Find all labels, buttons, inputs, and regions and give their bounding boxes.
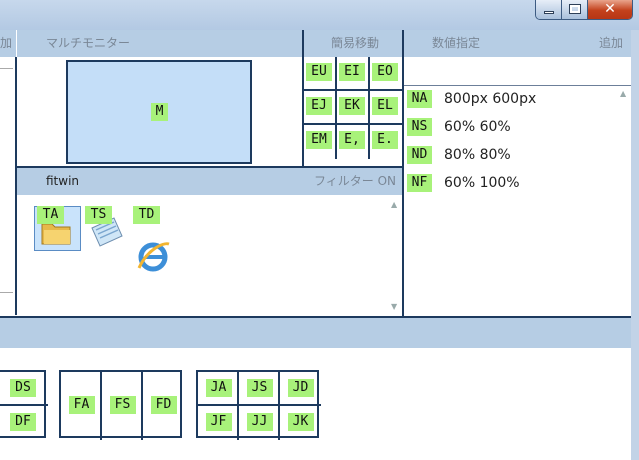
quick-move-key: EI [339, 63, 365, 81]
fitwin-scroll-down[interactable]: ▼ [391, 302, 397, 311]
numeric-list: NA 800px 600px NS 60% 60% ND 80% 80% NF 60% 100… [404, 87, 631, 317]
numeric-row[interactable]: NS 60% 60% [404, 115, 619, 143]
bottom-key: FD [150, 396, 177, 414]
numeric-scroll-up[interactable]: ▲ [620, 89, 626, 98]
numeric-row-key: NA [407, 90, 432, 108]
monitor-key: M [151, 103, 168, 121]
numeric-row[interactable]: NA 800px 600px [404, 87, 619, 115]
multimonitor-title: マルチモニター [46, 36, 131, 50]
window-right-edge [631, 30, 639, 460]
app-key-TA: TA [37, 206, 64, 224]
bottom-key-cell[interactable]: FS [102, 372, 143, 440]
app-key-TD: TD [133, 206, 160, 224]
maximize-icon [569, 4, 581, 14]
numeric-header: 数値指定 追加 [404, 30, 631, 57]
numeric-row-value: 800px 600px [444, 91, 537, 107]
numeric-row-key: NS [407, 118, 432, 136]
title-bar: ✕ [0, 0, 639, 30]
quick-move-key: EU [306, 63, 332, 81]
fitwin-title: fitwin [46, 174, 80, 188]
fitwin-scroll-up[interactable]: ▲ [391, 200, 397, 209]
quick-move-grid: EU EI EO EJ EK EL EM E, E. [304, 57, 403, 166]
app-key-TS: TS [85, 206, 112, 224]
bottom-key-cell[interactable]: JA [198, 372, 239, 406]
close-button[interactable]: ✕ [588, 0, 632, 19]
fitwin-header: fitwin フィルター ON [17, 168, 402, 195]
bottom-key: JD [287, 379, 314, 397]
key-group-j: JA JS JD JF JJ JK [196, 370, 321, 440]
bottom-key-cell[interactable]: JS [239, 372, 280, 406]
fitwin-filter[interactable]: フィルター ON [314, 168, 396, 194]
numeric-row-key: NF [407, 174, 432, 192]
key-group-f: FA FS FD [59, 370, 184, 440]
maximize-button[interactable] [562, 0, 588, 19]
bottom-key-cell[interactable]: JK [280, 406, 321, 440]
numeric-row[interactable]: ND 80% 80% [404, 143, 619, 171]
quick-move-key: EM [306, 131, 332, 149]
bottom-key-cell[interactable]: JF [198, 406, 239, 440]
bottom-key: FS [109, 396, 136, 414]
quick-move-key: E, [339, 131, 365, 149]
bottom-key-cell[interactable]: JD [280, 372, 321, 406]
numeric-row[interactable]: NF 60% 100% [404, 171, 619, 199]
minimize-icon [544, 11, 554, 14]
bottom-key: JS [246, 379, 273, 397]
bottom-key: JJ [246, 413, 273, 431]
quick-move-key: EK [339, 97, 365, 115]
ie-icon [137, 242, 170, 272]
bottom-band [0, 316, 631, 348]
bottom-key: DS [10, 379, 36, 397]
numeric-add-button[interactable]: 追加 [599, 30, 623, 56]
bottom-key-cell[interactable]: FD [143, 372, 184, 440]
bottom-key: JK [287, 413, 314, 431]
numeric-title: 数値指定 [432, 36, 481, 50]
bottom-key: DF [10, 413, 36, 431]
left-panel-header-label: 加 [0, 36, 13, 50]
bottom-key: JA [205, 379, 232, 397]
numeric-row-value: 80% 80% [444, 147, 511, 163]
key-group-d: DS DF [0, 370, 48, 440]
bottom-key-cell[interactable]: DS [0, 372, 48, 406]
bottom-key-cell[interactable]: FA [61, 372, 102, 440]
bottom-key: FA [68, 396, 95, 414]
left-panel-scrollbar[interactable] [0, 68, 13, 293]
close-icon: ✕ [604, 1, 616, 17]
quick-move-header: 簡易移動 [304, 30, 402, 57]
numeric-row-value: 60% 60% [444, 119, 511, 135]
bottom-key-cell[interactable]: DF [0, 406, 48, 440]
multimonitor-header: マルチモニター [17, 30, 302, 57]
quick-move-key: EO [372, 63, 398, 81]
quick-move-key: E. [372, 131, 398, 149]
bottom-key: JF [205, 413, 232, 431]
numeric-row-key: ND [407, 146, 432, 164]
left-panel-header: 加 [0, 30, 16, 57]
quick-move-key: EL [372, 97, 398, 115]
window-controls: ✕ [535, 0, 633, 20]
bottom-key-cell[interactable]: JJ [239, 406, 280, 440]
app-area: 加 マルチモニター M 簡易移動 EU EI EO EJ EK EL EM E, E. 数値指定… [0, 30, 631, 460]
minimize-button[interactable] [536, 0, 562, 19]
numeric-row-value: 60% 100% [444, 175, 520, 191]
quick-move-key: EJ [306, 97, 332, 115]
numeric-input[interactable] [404, 57, 631, 86]
quick-move-title: 簡易移動 [331, 36, 380, 50]
